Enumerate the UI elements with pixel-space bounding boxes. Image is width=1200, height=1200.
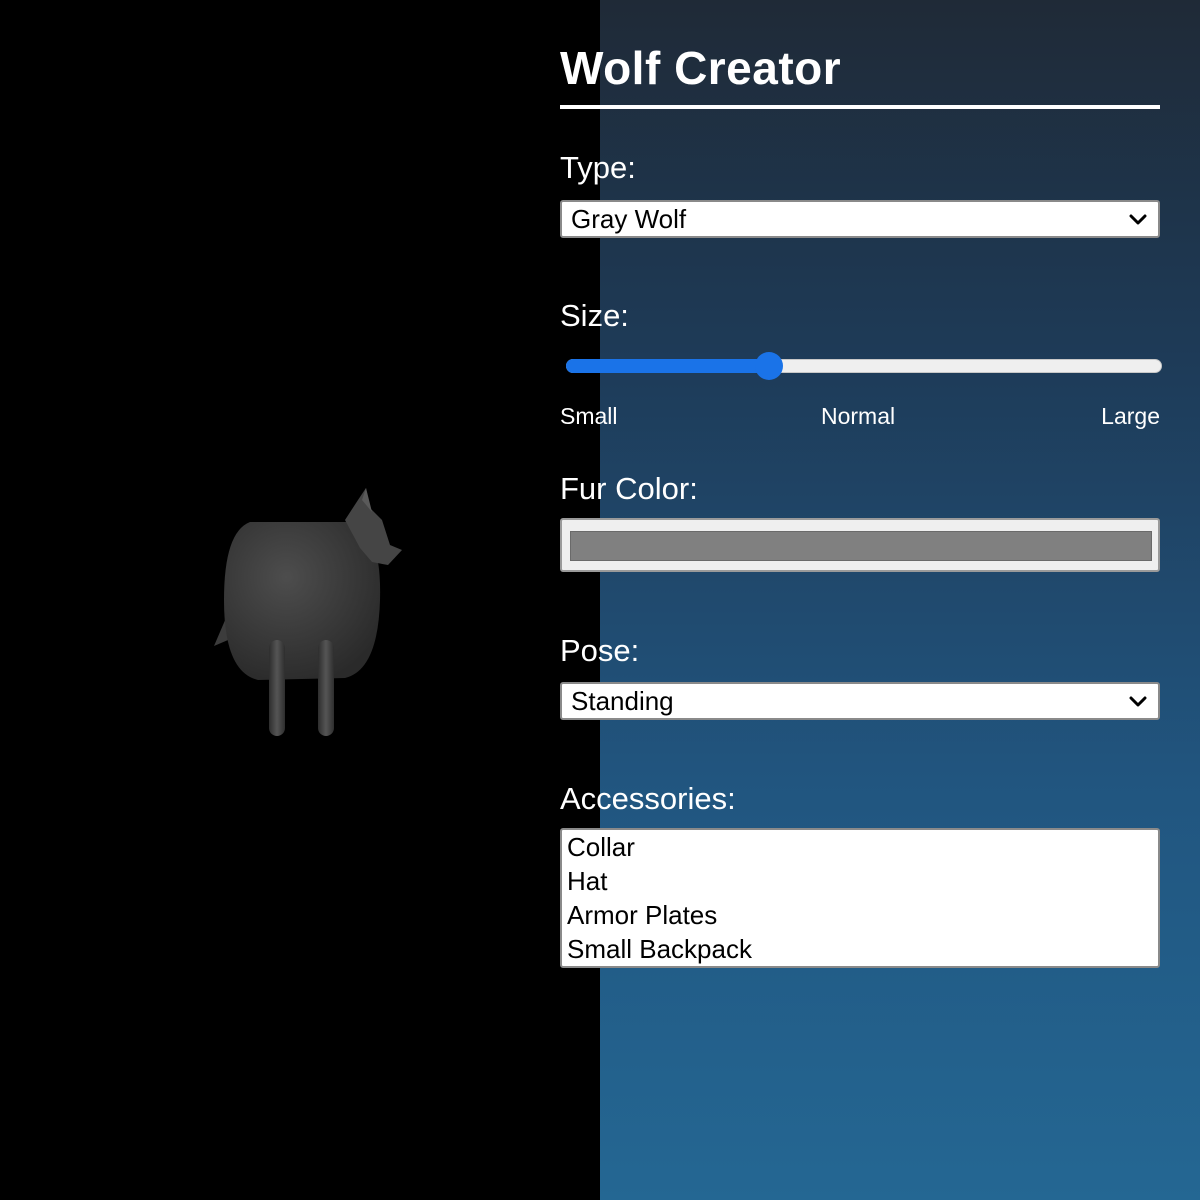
fur-color-swatch <box>570 531 1152 561</box>
size-tick-large: Large <box>1101 403 1160 429</box>
accessory-option[interactable]: Collar <box>567 830 1153 864</box>
pose-select[interactable]: Standing <box>560 682 1160 720</box>
size-tick-normal: Normal <box>821 403 896 429</box>
chevron-down-icon <box>1129 696 1147 707</box>
fur-color-picker[interactable] <box>560 518 1160 572</box>
page-title: Wolf Creator <box>560 42 842 94</box>
title-divider <box>560 105 1160 109</box>
size-slider[interactable] <box>566 352 1162 380</box>
accessories-listbox[interactable]: Collar Hat Armor Plates Small Backpack <box>560 828 1160 968</box>
pose-label: Pose: <box>560 633 640 668</box>
type-select[interactable]: Gray Wolf <box>560 200 1160 238</box>
controls-panel: Wolf Creator Type: Gray Wolf Size: Small… <box>560 0 1162 1200</box>
size-label: Size: <box>560 298 629 333</box>
accessory-option[interactable]: Hat <box>567 864 1153 898</box>
3d-viewport[interactable] <box>0 0 600 1200</box>
fur-color-label: Fur Color: <box>560 471 698 506</box>
pose-select-value: Standing <box>571 686 674 716</box>
type-label: Type: <box>560 150 636 185</box>
chevron-down-icon <box>1129 214 1147 225</box>
size-slider-fill <box>566 359 769 373</box>
wolf-model <box>214 488 402 736</box>
size-slider-thumb[interactable] <box>755 352 783 380</box>
size-tick-small: Small <box>560 403 618 429</box>
accessories-label: Accessories: <box>560 781 736 816</box>
accessory-option[interactable]: Small Backpack <box>567 932 1153 966</box>
accessory-option[interactable]: Armor Plates <box>567 898 1153 932</box>
type-select-value: Gray Wolf <box>571 204 687 234</box>
